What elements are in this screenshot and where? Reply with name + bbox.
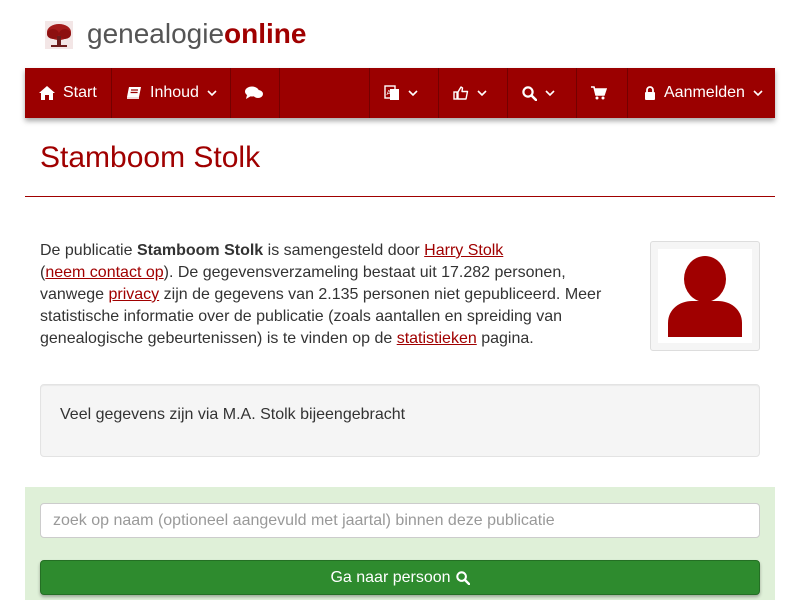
nav-inhoud-label: Inhoud	[150, 84, 199, 101]
chevron-down-icon	[207, 89, 217, 97]
intro-text: De publicatie	[40, 242, 137, 259]
author-link[interactable]: Harry Stolk	[424, 242, 503, 259]
title-divider	[25, 196, 775, 197]
person-search-panel: Ga naar persoon	[25, 487, 775, 600]
svg-text:A: A	[387, 90, 392, 97]
chevron-down-icon	[408, 89, 418, 97]
intro-text: is samengesteld door	[263, 242, 425, 259]
author-avatar	[650, 241, 760, 351]
book-icon	[126, 86, 142, 100]
site-header: genealogieonline	[0, 0, 800, 68]
intro-text: pagina.	[476, 330, 534, 347]
nav-login[interactable]: Aanmelden	[628, 68, 775, 118]
user-silhouette-icon	[668, 256, 742, 337]
home-icon	[39, 86, 55, 100]
site-logo[interactable]: genealogieonline	[87, 17, 306, 51]
go-to-person-button[interactable]: Ga naar persoon	[40, 560, 760, 595]
publication-name: Stamboom Stolk	[136, 242, 264, 259]
main-navbar: Start Inhoud A Aanmelden	[25, 68, 775, 118]
shopping-cart-icon	[591, 86, 607, 100]
nav-like[interactable]	[439, 68, 507, 118]
logo-text-part1: genealogie	[87, 18, 225, 49]
thumbs-up-icon	[453, 86, 469, 100]
privacy-link[interactable]: privacy	[109, 286, 160, 303]
nav-search[interactable]	[508, 68, 576, 118]
go-to-person-label: Ga naar persoon	[330, 568, 451, 586]
avatar	[658, 249, 752, 343]
chevron-down-icon	[753, 89, 763, 97]
statistics-link[interactable]: statistieken	[397, 330, 477, 347]
language-icon: A	[384, 85, 400, 101]
note-text: Veel gegevens zijn via M.A. Stolk bijeen…	[60, 406, 406, 423]
page-title: Stamboom Stolk	[40, 141, 261, 174]
publication-note: Veel gegevens zijn via M.A. Stolk bijeen…	[40, 384, 760, 457]
search-icon	[451, 570, 470, 585]
comments-icon	[245, 86, 263, 100]
search-input[interactable]	[40, 503, 760, 538]
nav-inhoud[interactable]: Inhoud	[112, 68, 230, 118]
nav-divider	[279, 68, 280, 118]
chevron-down-icon	[545, 89, 555, 97]
nav-start-label: Start	[63, 84, 97, 101]
nav-start[interactable]: Start	[25, 68, 111, 118]
chevron-down-icon	[477, 89, 487, 97]
publication-intro: De publicatie Stamboom Stolk is samenges…	[40, 240, 630, 350]
nav-cart[interactable]	[577, 68, 627, 118]
logo-text-part2: online	[224, 18, 307, 49]
contact-link[interactable]: neem contact op	[45, 264, 163, 281]
nav-language[interactable]: A	[370, 68, 438, 118]
nav-login-label: Aanmelden	[664, 84, 745, 101]
nav-forum[interactable]	[231, 68, 279, 118]
lock-icon	[644, 86, 656, 100]
search-icon	[522, 85, 537, 101]
tree-logo-icon[interactable]	[45, 21, 73, 49]
